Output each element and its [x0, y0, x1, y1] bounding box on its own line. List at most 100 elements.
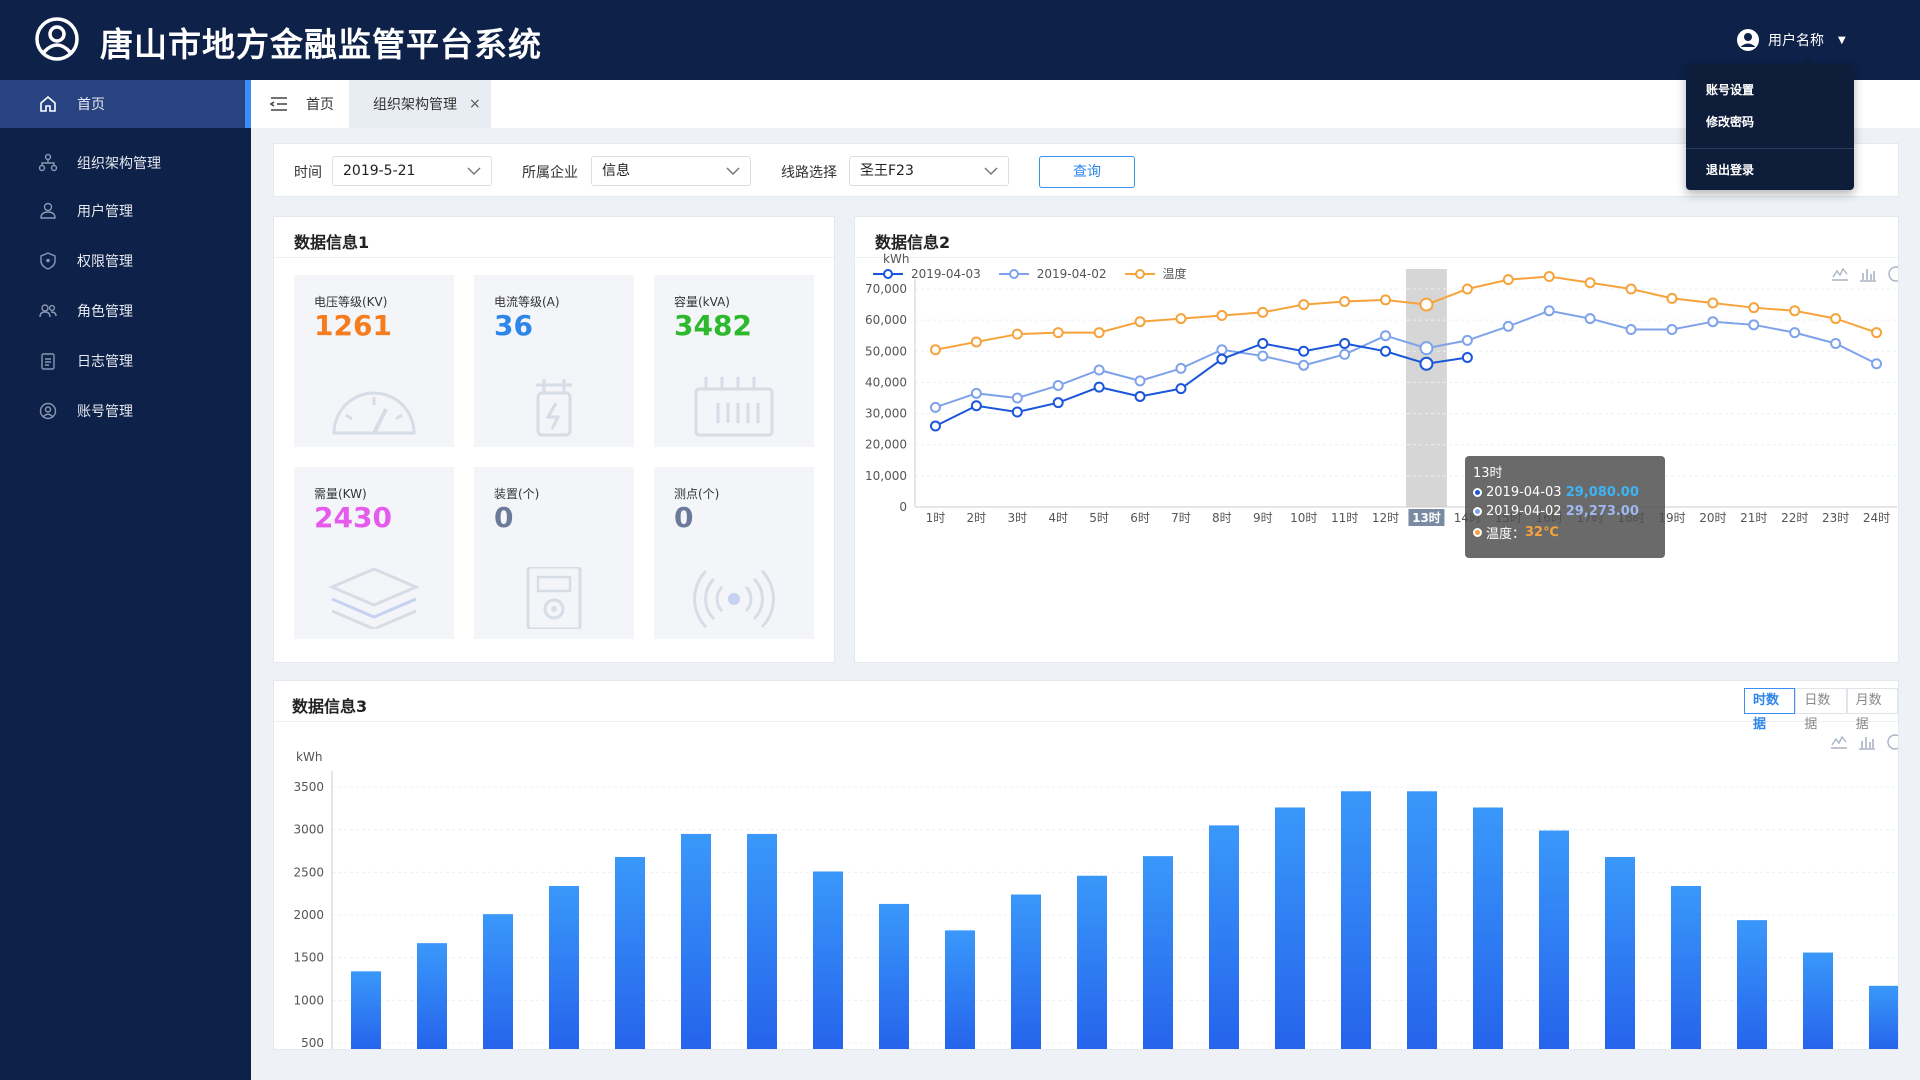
stat-card-current: 电流等级(A) 36	[474, 275, 634, 447]
data-point	[1216, 353, 1228, 365]
x-tick-label: 2时	[967, 511, 987, 525]
y-tick-label: 1000	[293, 993, 324, 1007]
menu-item-account-settings[interactable]: 账号设置	[1706, 81, 1754, 98]
y-tick-label: 70,000	[865, 282, 907, 296]
menu-fold-icon[interactable]	[269, 94, 289, 114]
data-point	[1789, 327, 1801, 339]
data-point	[1175, 313, 1187, 325]
sidebar-item-label: 日志管理	[77, 354, 133, 370]
data-point	[1707, 316, 1719, 328]
data-point	[1339, 348, 1351, 360]
battery-icon	[694, 377, 774, 437]
stat-card-devices: 装置(个) 0	[474, 467, 634, 639]
menu-item-logout[interactable]: 退出登录	[1706, 161, 1754, 178]
data-point	[929, 344, 941, 356]
time-select[interactable]: 2019-5-21	[332, 156, 492, 186]
sidebar: 首页 组织架构管理 用户管理 权限管理 角色管理 日志管理 账号管理	[0, 80, 251, 1080]
x-tick-label: 20时	[1699, 511, 1726, 525]
company-select[interactable]: 信息	[591, 156, 751, 186]
account-icon	[39, 402, 57, 420]
menu-item-change-password[interactable]: 修改密码	[1706, 113, 1754, 130]
close-icon[interactable]: ×	[469, 96, 481, 112]
stat-card-voltage: 电压等级(KV) 1261	[294, 275, 454, 447]
data-point	[1830, 313, 1842, 325]
y-tick-label: 40,000	[865, 375, 907, 389]
bar	[681, 833, 711, 1049]
data-point	[1011, 406, 1023, 418]
x-tick-label: 6时	[1130, 511, 1150, 525]
data-point	[1543, 305, 1555, 317]
data-point	[1257, 338, 1269, 349]
tab-home[interactable]: 首页	[306, 80, 334, 128]
tab-org-management[interactable]: 组织架构管理 ×	[349, 80, 491, 128]
stat-card-capacity: 容量(kVA) 3482	[654, 275, 814, 447]
x-tick-label: 23时	[1822, 511, 1849, 525]
data-point	[1666, 323, 1678, 335]
data-point	[1461, 283, 1473, 295]
tabs-bar: 首页 组织架构管理 ×	[251, 80, 1920, 128]
sidebar-item-logs[interactable]: 日志管理	[0, 337, 251, 385]
sidebar-item-home[interactable]: 首页	[0, 80, 251, 128]
tab-label: 组织架构管理	[373, 97, 457, 113]
series-dot	[1473, 488, 1482, 497]
user-dropdown-menu: 账号设置 修改密码 退出登录	[1686, 58, 1854, 190]
data-point	[1584, 277, 1596, 289]
meter-device-icon	[526, 567, 582, 629]
tooltip-row: 2019-04-02 29,273.00	[1473, 504, 1657, 519]
card-value: 1261	[314, 309, 392, 342]
data-point	[1380, 345, 1392, 357]
sidebar-item-label: 组织架构管理	[77, 156, 161, 172]
bar	[351, 971, 381, 1049]
bar	[1803, 952, 1833, 1049]
data-point	[1298, 299, 1310, 311]
sidebar-item-roles[interactable]: 角色管理	[0, 287, 251, 335]
line-select[interactable]: 圣王F23	[849, 156, 1009, 186]
x-tick-label: 4时	[1048, 511, 1068, 525]
user-menu-toggle[interactable]: 用户名称 ▼	[1736, 26, 1846, 54]
bar	[879, 903, 909, 1049]
y-tick-label: 10,000	[865, 469, 907, 483]
y-axis-unit: kWh	[883, 252, 909, 266]
sidebar-item-permissions[interactable]: 权限管理	[0, 237, 251, 285]
bar	[1209, 825, 1239, 1049]
data-point	[1216, 309, 1228, 321]
signal-broadcast-icon	[693, 569, 775, 629]
bar	[813, 871, 843, 1049]
series-dot	[1473, 528, 1482, 537]
data-point	[1380, 330, 1392, 342]
transformer-icon	[536, 379, 572, 437]
org-tree-icon	[38, 153, 58, 172]
card-value: 0	[674, 501, 694, 534]
user-name: 用户名称	[1768, 33, 1824, 49]
data-point	[1461, 352, 1473, 364]
y-tick-label: 3000	[293, 823, 324, 837]
data-point	[1134, 375, 1146, 387]
data-point	[970, 336, 982, 348]
data-point	[1175, 383, 1187, 395]
data-point	[1625, 283, 1637, 295]
card-label: 需量(KW)	[314, 487, 367, 501]
sidebar-item-users[interactable]: 用户管理	[0, 187, 251, 235]
data-point	[1052, 380, 1064, 392]
tooltip-title: 13时	[1473, 466, 1503, 481]
x-tick-label: 21时	[1740, 511, 1767, 525]
tooltip-series-name: 2019-04-02	[1486, 504, 1562, 519]
tooltip-series-name: 2019-04-03	[1486, 485, 1562, 500]
y-tick-label: 30,000	[865, 407, 907, 421]
data-point	[1298, 359, 1310, 371]
sidebar-item-org[interactable]: 组织架构管理	[0, 139, 251, 187]
sidebar-item-accounts[interactable]: 账号管理	[0, 387, 251, 435]
x-tick-label: 3时	[1007, 511, 1027, 525]
y-tick-label: 500	[301, 1036, 324, 1050]
query-button[interactable]: 查询	[1039, 156, 1135, 188]
data-point	[1052, 327, 1064, 339]
panel-title: 数据信息1	[294, 233, 370, 252]
data-point	[1134, 316, 1146, 328]
line-value: 圣王F23	[860, 163, 914, 179]
card-value: 36	[494, 309, 533, 342]
y-tick-label: 1500	[293, 951, 324, 965]
x-tick-label: 7时	[1171, 511, 1191, 525]
data-point	[1461, 334, 1473, 346]
bar	[747, 833, 777, 1049]
chevron-down-icon	[726, 167, 740, 176]
